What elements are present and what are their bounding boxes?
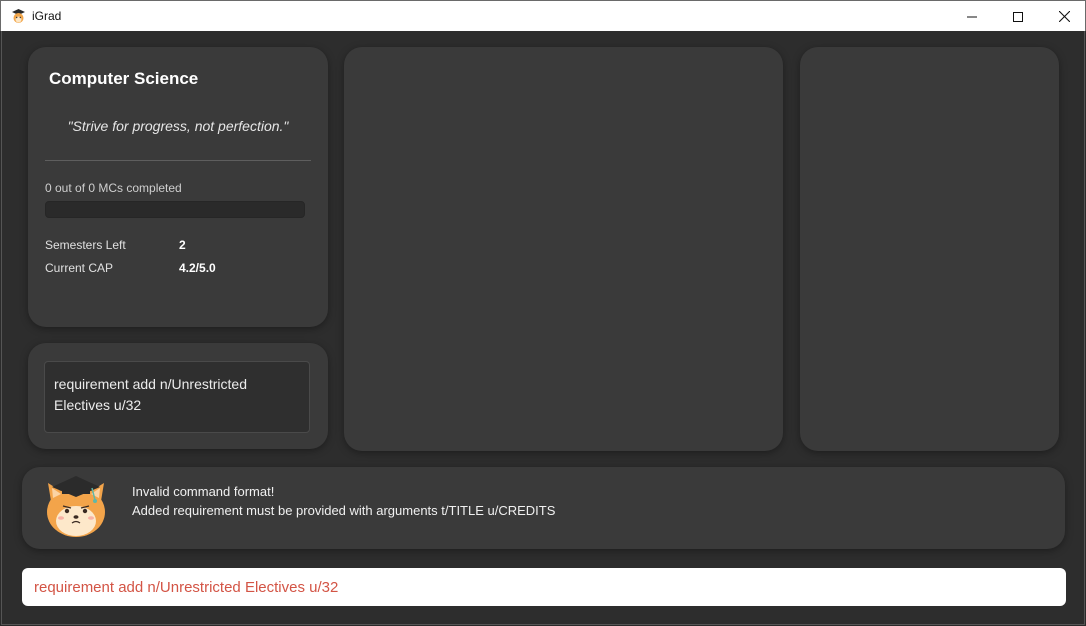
requirement-list-panel[interactable] xyxy=(800,47,1059,451)
divider xyxy=(45,160,311,161)
semesters-left-label: Semesters Left xyxy=(45,238,126,252)
window-title: iGrad xyxy=(32,9,62,23)
result-message-line-2: Added requirement must be provided with … xyxy=(132,503,556,518)
close-icon xyxy=(1058,11,1070,22)
motivational-quote: "Strive for progress, not perfection." xyxy=(67,118,289,134)
minimize-button[interactable] xyxy=(949,1,995,32)
semesters-left-value: 2 xyxy=(179,238,186,252)
profile-card: Computer Science "Strive for progress, n… xyxy=(28,47,328,327)
window-titlebar: iGrad xyxy=(0,0,1086,31)
last-command-card: requirement add n/Unrestricted Electives… xyxy=(28,343,328,449)
last-command-text: requirement add n/Unrestricted Electives… xyxy=(44,361,310,433)
shiba-graduate-mascot-icon xyxy=(47,476,105,537)
current-cap-label: Current CAP xyxy=(45,261,114,275)
current-cap-value: 4.2/5.0 xyxy=(179,261,216,275)
maximize-icon xyxy=(1013,11,1023,22)
course-title: Computer Science xyxy=(49,69,199,88)
app-content: Computer Science "Strive for progress, n… xyxy=(1,31,1085,625)
maximize-button[interactable] xyxy=(995,1,1041,32)
command-input[interactable] xyxy=(22,568,1066,606)
mcs-progress-text: 0 out of 0 MCs completed xyxy=(45,181,182,195)
result-message-line-1: Invalid command format! xyxy=(132,484,275,499)
mcs-progress-bar xyxy=(45,201,305,218)
graduate-dog-icon xyxy=(12,9,25,23)
close-button[interactable] xyxy=(1041,1,1086,32)
module-list-panel[interactable] xyxy=(344,47,783,451)
minimize-icon xyxy=(967,16,977,17)
result-display-card: Invalid command format! Added requiremen… xyxy=(22,467,1065,549)
